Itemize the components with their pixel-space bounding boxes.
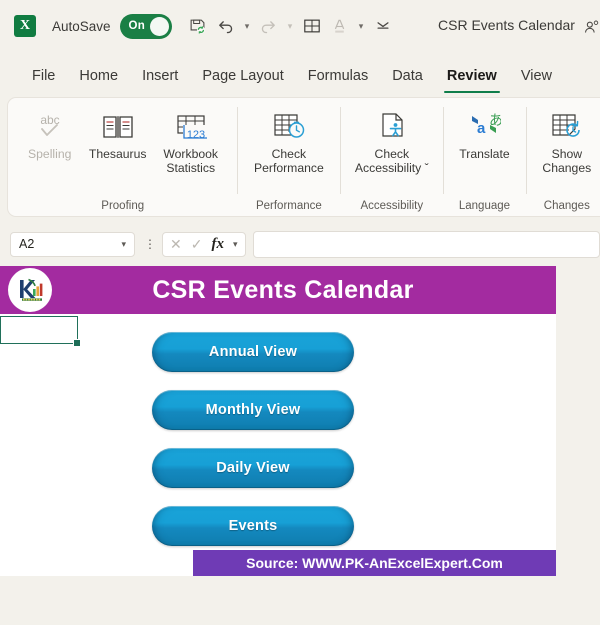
check-performance-label: Check Performance	[253, 147, 324, 176]
daily-view-button[interactable]: Daily View	[152, 448, 354, 488]
formula-input[interactable]	[252, 230, 600, 258]
show-changes-label: Show Changes	[542, 147, 592, 176]
formula-chevron-down-icon[interactable]: ▾	[233, 239, 238, 250]
check-accessibility-icon	[375, 108, 409, 146]
events-button[interactable]: Events	[152, 506, 354, 546]
tab-insert[interactable]: Insert	[130, 65, 190, 87]
tab-page-layout[interactable]: Page Layout	[190, 65, 295, 87]
share-person-icon[interactable]	[584, 20, 599, 40]
svg-text:a: a	[477, 120, 486, 137]
check-accessibility-button[interactable]: Check Accessibility ˇ	[354, 104, 430, 176]
save-icon[interactable]	[185, 13, 211, 39]
formula-bar: A2 ▾ ⋮ ✕ ✓ fx ▾	[0, 224, 600, 264]
thesaurus-book-icon	[101, 108, 135, 146]
spelling-label: Spelling	[28, 147, 72, 161]
check-accessibility-label: Check Accessibility ˇ	[354, 147, 429, 176]
formula-action-buttons: ✕ ✓ fx ▾	[162, 231, 246, 257]
formula-bar-options-icon[interactable]: ⋮	[144, 238, 156, 250]
show-changes-button[interactable]: Show Changes	[534, 104, 600, 176]
tab-home[interactable]: Home	[67, 65, 130, 87]
redo-dropdown-chevron-icon[interactable]: ▾	[284, 21, 297, 32]
name-box-chevron-down-icon[interactable]: ▾	[121, 239, 126, 250]
autosave-label: AutoSave	[52, 18, 111, 34]
ribbon-group-name-changes: Changes	[543, 200, 590, 212]
insert-function-icon[interactable]: fx	[211, 236, 224, 253]
document-title: CSR Events Calendar	[438, 17, 575, 33]
toggle-knob	[149, 16, 169, 36]
excel-window: X AutoSave On ▾ ▾ ▾ CSR Events Calendar …	[0, 0, 600, 625]
annual-view-button[interactable]: Annual View	[152, 332, 354, 372]
ribbon-group-name-proofing: Proofing	[101, 200, 145, 212]
spelling-button[interactable]: abc Spelling	[17, 104, 83, 161]
redo-icon[interactable]	[256, 13, 282, 39]
source-banner: Source: WWW.PK-AnExcelExpert.Com	[193, 550, 556, 576]
dashboard-nav-buttons: Annual View Monthly View Daily View Even…	[152, 332, 354, 546]
workbook-statistics-button[interactable]: 123 Workbook Statistics	[153, 104, 229, 176]
undo-icon[interactable]	[213, 13, 239, 39]
borders-icon[interactable]	[299, 13, 325, 39]
thesaurus-label: Thesaurus	[88, 147, 147, 161]
tab-view[interactable]: View	[509, 65, 564, 87]
ribbon-group-language: a あ Translate Language	[443, 98, 525, 216]
tab-review[interactable]: Review	[435, 65, 509, 93]
ribbon-group-name-accessibility: Accessibility	[360, 200, 424, 212]
tab-data[interactable]: Data	[380, 65, 435, 87]
name-box[interactable]: A2 ▾	[10, 231, 135, 257]
workbook-statistics-icon: 123	[174, 108, 208, 146]
autosave-state-label: On	[128, 20, 145, 32]
title-bar: X AutoSave On ▾ ▾ ▾ CSR Events Calendar	[0, 0, 600, 52]
thesaurus-button[interactable]: Thesaurus	[85, 104, 151, 161]
tab-formulas[interactable]: Formulas	[296, 65, 380, 87]
excel-icon[interactable]: X	[14, 15, 36, 37]
translate-label: Translate	[459, 147, 510, 161]
dashboard-title: CSR Events Calendar	[152, 275, 414, 304]
ribbon-group-changes: Show Changes Changes	[525, 98, 600, 216]
show-changes-icon	[549, 108, 585, 146]
translate-button[interactable]: a あ Translate	[451, 104, 517, 161]
check-performance-button[interactable]: Check Performance	[251, 104, 327, 176]
enter-check-icon[interactable]: ✓	[191, 236, 203, 253]
ribbon-tabs: File Home Insert Page Layout Formulas Da…	[0, 56, 600, 96]
ribbon-group-proofing: abc Spelling Thesaurus 123 Workbook Stat…	[8, 98, 237, 216]
ribbon-group-name-performance: Performance	[255, 200, 322, 212]
undo-dropdown-chevron-icon[interactable]: ▾	[241, 21, 254, 32]
cancel-x-icon[interactable]: ✕	[170, 236, 182, 253]
autosave-toggle[interactable]: On	[119, 13, 172, 39]
spelling-abc-check-icon: abc	[33, 108, 67, 146]
name-box-value: A2	[19, 237, 35, 251]
tab-file[interactable]: File	[20, 65, 67, 87]
font-color-dropdown-chevron-icon[interactable]: ▾	[355, 21, 368, 32]
font-color-icon[interactable]	[327, 13, 353, 39]
ribbon-group-accessibility: Check Accessibility ˇ Accessibility	[340, 98, 443, 216]
ribbon-group-name-language: Language	[458, 200, 511, 212]
translate-icon: a あ	[467, 108, 501, 146]
worksheet-area: CSR Events Calendar Annual View Monthly …	[0, 266, 556, 576]
monthly-view-button[interactable]: Monthly View	[152, 390, 354, 430]
check-performance-icon	[271, 108, 307, 146]
customize-quick-access-toolbar-icon[interactable]	[370, 13, 396, 39]
quick-access-toolbar: ▾ ▾ ▾	[185, 13, 396, 39]
ribbon-group-performance: Check Performance Performance	[237, 98, 340, 216]
svg-text:123: 123	[187, 129, 205, 141]
workbook-statistics-label: Workbook Statistics	[163, 147, 219, 176]
selected-cell-a2[interactable]	[0, 316, 81, 347]
ribbon: abc Spelling Thesaurus 123 Workbook Stat…	[8, 98, 600, 216]
